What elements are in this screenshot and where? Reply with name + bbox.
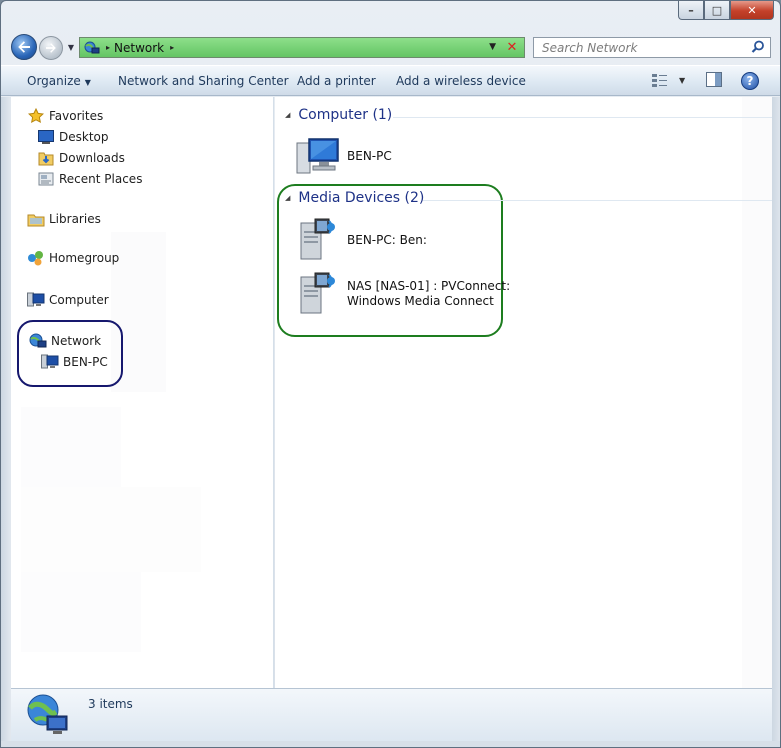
- details-pane: 3 items: [11, 688, 772, 741]
- network-sharing-center-button[interactable]: Network and Sharing Center: [118, 74, 289, 88]
- add-printer-button[interactable]: Add a printer: [297, 74, 376, 88]
- minimize-button[interactable]: –: [678, 1, 704, 20]
- navigation-row: ▼ ▸ Network ▸ ▼ ✕: [1, 31, 780, 63]
- sidebar-item-desktop[interactable]: Desktop: [37, 127, 109, 147]
- sidebar-item-label: Computer: [49, 293, 109, 307]
- sidebar-item-label: BEN-PC: [63, 355, 108, 369]
- sidebar-item-computer[interactable]: Computer: [27, 290, 109, 310]
- sidebar-item-label: Downloads: [59, 151, 125, 165]
- collapse-triangle-icon[interactable]: ◢: [285, 111, 290, 119]
- sidebar-item-favorites[interactable]: Favorites: [27, 106, 103, 126]
- homegroup-icon: [27, 250, 45, 266]
- sidebar-item-label: Network: [51, 334, 102, 348]
- explorer-window: – □ ✕ ▼ ▸ Network ▸ ▼ ✕ Search Network O…: [0, 0, 781, 748]
- title-bar: – □ ✕: [1, 1, 780, 29]
- details-view-icon: [652, 74, 667, 87]
- media-server-icon: [300, 272, 335, 314]
- frame-right: [772, 97, 780, 741]
- pane-fade: [21, 407, 121, 487]
- preview-pane-button[interactable]: [706, 72, 722, 87]
- address-bar[interactable]: ▸ Network ▸ ▼ ✕: [79, 37, 525, 58]
- media-server-icon: [300, 218, 335, 260]
- chevron-down-icon[interactable]: ▼: [679, 76, 685, 85]
- computer-icon: [41, 354, 59, 370]
- star-icon: [27, 108, 45, 124]
- group-header-computer[interactable]: ◢ Computer (1): [285, 107, 392, 123]
- collapse-triangle-icon[interactable]: ◢: [285, 194, 290, 202]
- tile-label: BEN-PC: Ben:: [347, 233, 427, 248]
- breadcrumb-network[interactable]: Network: [114, 41, 164, 55]
- item-count: 3 items: [88, 697, 133, 711]
- search-box[interactable]: [533, 37, 771, 58]
- back-button[interactable]: [11, 34, 37, 60]
- group-divider: [393, 117, 772, 118]
- tile-label-line1: NAS [NAS-01] : PVConnect:: [347, 279, 511, 293]
- group-divider: [423, 200, 772, 201]
- computer-icon: [296, 138, 339, 174]
- sidebar-item-downloads[interactable]: Downloads: [37, 148, 125, 168]
- search-input[interactable]: [540, 39, 740, 56]
- sidebar-item-label: Libraries: [49, 212, 101, 226]
- network-icon: [29, 333, 47, 349]
- organize-label: Organize: [27, 74, 81, 88]
- tile-label: BEN-PC: [347, 148, 392, 163]
- change-view-button[interactable]: ▼: [651, 72, 685, 88]
- arrow-right-icon: [46, 43, 56, 53]
- pane-fade: [21, 487, 201, 572]
- network-icon: [84, 41, 100, 53]
- help-button[interactable]: ?: [741, 72, 759, 90]
- sidebar-item-libraries[interactable]: Libraries: [27, 209, 101, 229]
- command-bar: Organize ▼ Network and Sharing Center Add…: [1, 65, 780, 96]
- group-title: Media Devices (2): [298, 190, 425, 206]
- network-icon: [27, 694, 68, 734]
- sidebar-item-ben-pc[interactable]: BEN-PC: [41, 352, 108, 372]
- computer-tile-ben-pc[interactable]: BEN-PC: [295, 133, 392, 179]
- media-device-tile[interactable]: BEN-PC: Ben:: [295, 217, 427, 263]
- recent-places-icon: [37, 171, 55, 187]
- sidebar-item-network[interactable]: Network: [29, 331, 101, 351]
- chevron-down-icon: ▼: [84, 78, 91, 87]
- downloads-folder-icon: [37, 150, 55, 166]
- address-dropdown[interactable]: ▼: [489, 42, 496, 52]
- sidebar-item-recent-places[interactable]: Recent Places: [37, 169, 142, 189]
- sidebar-item-label: Recent Places: [59, 172, 143, 186]
- close-button[interactable]: ✕: [730, 1, 774, 20]
- media-device-tile[interactable]: NAS [NAS-01] : PVConnect: Windows Media …: [295, 271, 510, 317]
- computer-icon: [27, 292, 45, 308]
- search-icon[interactable]: [751, 40, 765, 54]
- organize-menu[interactable]: Organize ▼: [27, 74, 91, 88]
- caption-buttons: – □ ✕: [678, 1, 774, 20]
- arrow-left-icon: [18, 41, 30, 53]
- tile-label-line2: Windows Media Connect: [347, 294, 494, 308]
- sidebar-item-label: Homegroup: [49, 251, 120, 265]
- frame-left: [1, 97, 11, 741]
- breadcrumb-arrow[interactable]: ▸: [106, 43, 110, 52]
- desktop-icon: [37, 129, 55, 145]
- sidebar-item-homegroup[interactable]: Homegroup: [27, 248, 119, 268]
- preview-pane-icon: [706, 72, 722, 87]
- maximize-button[interactable]: □: [704, 1, 730, 20]
- pane-fade: [742, 97, 772, 688]
- sidebar-item-label: Desktop: [59, 130, 109, 144]
- navigation-pane: Favorites Desktop Downloads Recent Place…: [11, 97, 274, 688]
- sidebar-item-label: Favorites: [49, 109, 104, 123]
- breadcrumb-arrow-end[interactable]: ▸: [170, 43, 174, 52]
- tile-label-line1: BEN-PC: Ben:: [347, 232, 427, 247]
- recent-pages-dropdown[interactable]: ▼: [65, 41, 77, 53]
- forward-button[interactable]: [39, 36, 63, 60]
- pane-fade: [21, 572, 141, 652]
- group-title: Computer (1): [298, 107, 393, 123]
- stop-button[interactable]: ✕: [504, 40, 520, 55]
- libraries-icon: [27, 211, 45, 227]
- group-header-media-devices[interactable]: ◢ Media Devices (2): [285, 190, 424, 206]
- tile-label: NAS [NAS-01] : PVConnect: Windows Media …: [347, 279, 510, 309]
- content-pane: ◢ Computer (1) BEN-PC ◢ Media Devices (2…: [275, 97, 772, 688]
- add-wireless-device-button[interactable]: Add a wireless device: [396, 74, 526, 88]
